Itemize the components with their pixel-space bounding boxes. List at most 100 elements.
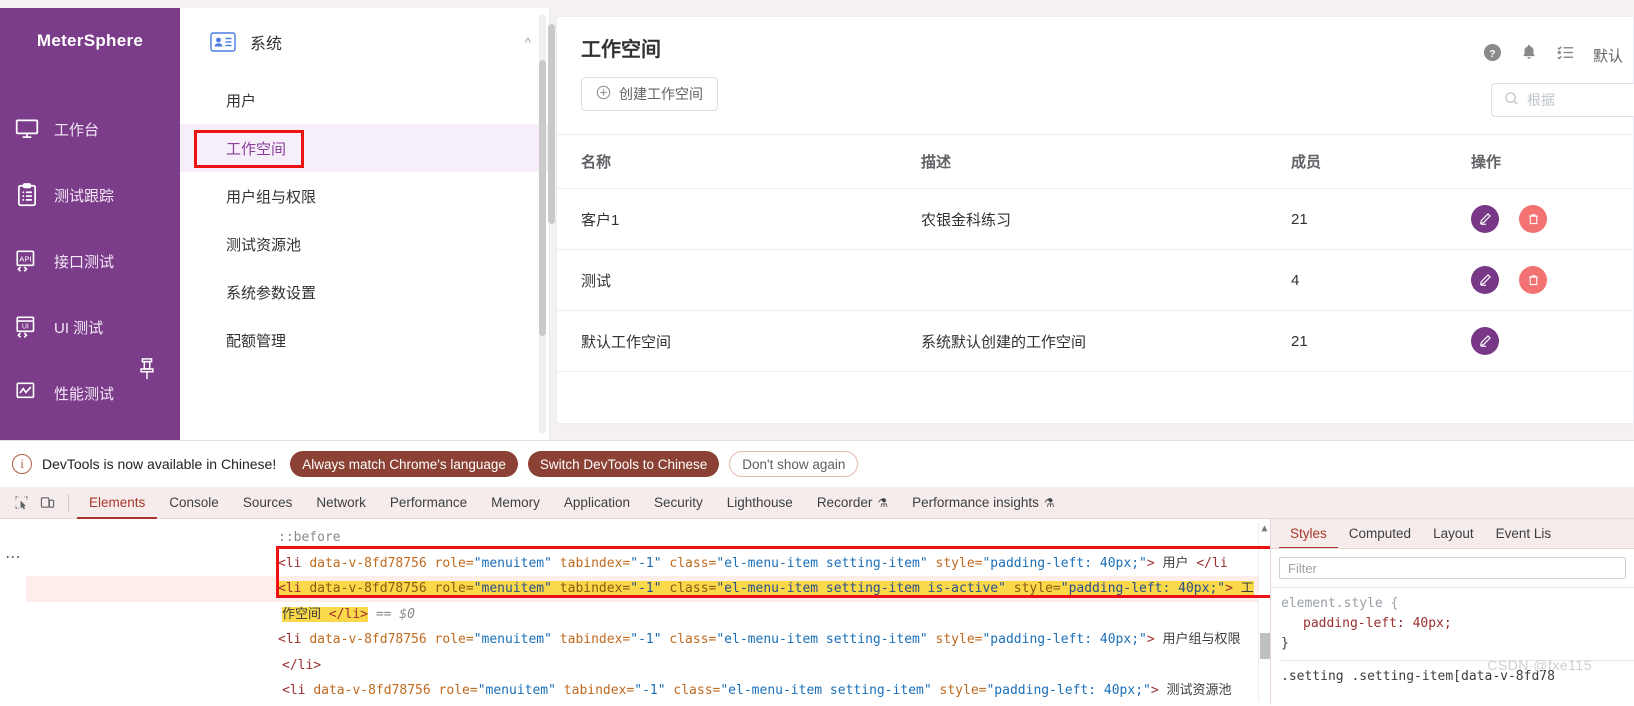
tab-elements[interactable]: Elements: [77, 487, 157, 519]
submenu-item-workspace[interactable]: 工作空间: [180, 124, 549, 172]
current-workspace-label[interactable]: 默认: [1593, 45, 1623, 66]
code-line-resource-pool[interactable]: <li data-v-8fd78756 role="menuitem" tabi…: [26, 678, 1270, 704]
create-workspace-button[interactable]: 创建工作空间: [581, 77, 718, 111]
more-options-icon[interactable]: ⋯: [0, 519, 26, 705]
pagination: 共 3 条 10条/页 ‹: [557, 432, 1633, 440]
submenu-item-user-groups[interactable]: 用户组与权限: [180, 172, 549, 220]
help-icon[interactable]: ?: [1483, 43, 1502, 67]
column-header-description: 描述: [897, 135, 1267, 189]
cell-members[interactable]: 21: [1267, 310, 1447, 372]
delete-icon[interactable]: [1519, 205, 1548, 233]
settings-submenu: 系统 ^ 用户 工作空间 用户组与权限 测试资源池 系统参数设置 配额管理: [180, 8, 550, 440]
clipboard-icon: [14, 182, 40, 208]
rule-setting-item-selector[interactable]: .setting .setting-item[data-v-8fd78: [1281, 660, 1634, 687]
cell-name: 客户1: [557, 188, 897, 250]
elements-dom-tree[interactable]: ::before <li data-v-8fd78756 role="menui…: [26, 519, 1270, 705]
edit-icon[interactable]: [1471, 266, 1499, 294]
submenu-item-label: 用户组与权限: [226, 188, 317, 206]
svg-text:API: API: [19, 254, 31, 263]
styles-filter-input[interactable]: Filter: [1279, 557, 1626, 579]
submenu-item-quota[interactable]: 配额管理: [180, 316, 549, 364]
sidebar-item-workbench[interactable]: 工作台: [0, 96, 180, 162]
tab-security[interactable]: Security: [642, 487, 715, 519]
edit-icon[interactable]: [1471, 327, 1499, 355]
monitor-icon: [14, 116, 40, 142]
search-placeholder: 根据: [1527, 92, 1555, 108]
sidebar-item-ui-test[interactable]: UI UI 测试: [0, 294, 180, 360]
cell-description: [897, 249, 1267, 311]
submenu-item-users[interactable]: 用户: [180, 76, 549, 124]
dont-show-again-button[interactable]: Don't show again: [729, 451, 859, 477]
tab-layout[interactable]: Layout: [1422, 519, 1485, 548]
pin-icon[interactable]: [136, 356, 158, 382]
content-header: 工作空间 ? 默认: [557, 17, 1633, 77]
tab-memory[interactable]: Memory: [479, 487, 552, 519]
tab-computed[interactable]: Computed: [1338, 519, 1422, 548]
chevron-up-icon[interactable]: ^: [525, 35, 531, 50]
code-line-close-1: </li>: [282, 657, 322, 673]
cell-members[interactable]: 21: [1267, 188, 1447, 250]
toolbar-divider: [68, 493, 69, 512]
tab-performance[interactable]: Performance: [378, 487, 479, 519]
workspace-table: 名称 描述 成员 操作 客户1 农银金科练习 21 测试 4 默认工作空间 系统…: [557, 135, 1633, 372]
app-brand: MeterSphere: [36, 31, 144, 50]
tab-application[interactable]: Application: [552, 487, 642, 519]
styles-tabbar: Styles Computed Layout Event Lis: [1271, 519, 1634, 549]
sidebar-item-label: 工作台: [54, 121, 100, 139]
tab-recorder[interactable]: Recorder ⚗: [805, 487, 900, 519]
submenu-scrollbar-thumb[interactable]: [539, 60, 546, 336]
delete-icon[interactable]: [1519, 266, 1548, 294]
screenshot-root: MeterSphere 工作台 测试跟踪 API 接口测试 UI UI 测试 性…: [0, 0, 1634, 706]
devtools-panel: i DevTools is now available in Chinese! …: [0, 440, 1634, 706]
bell-icon[interactable]: [1520, 43, 1538, 67]
sidebar-item-label: 性能测试: [54, 385, 115, 403]
edit-icon[interactable]: [1471, 205, 1499, 233]
device-toolbar-icon[interactable]: [34, 490, 60, 516]
search-input[interactable]: 根据: [1491, 83, 1634, 117]
submenu-item-resource-pool[interactable]: 测试资源池: [180, 220, 549, 268]
sidebar-item-test-tracking[interactable]: 测试跟踪: [0, 162, 180, 228]
tab-console[interactable]: Console: [157, 487, 231, 519]
dom-scrollbar-thumb[interactable]: [1260, 633, 1270, 659]
content-toolbar: 创建工作空间 根据: [557, 77, 1634, 135]
code-line-workspace-selected[interactable]: <li data-v-8fd78756 role="menuitem" tabi…: [26, 576, 1270, 602]
rule-element-style-selector[interactable]: element.style {: [1281, 594, 1634, 614]
cell-members[interactable]: 4: [1267, 249, 1447, 311]
table-row[interactable]: 客户1 农银金科练习 21: [557, 188, 1633, 250]
submenu-item-label: 配额管理: [226, 332, 287, 350]
switch-to-chinese-button[interactable]: Switch DevTools to Chinese: [527, 451, 720, 477]
code-line-workspace-selected-wrap[interactable]: 作空间 </li> == $0: [26, 602, 1270, 628]
svg-text:?: ?: [1489, 49, 1495, 60]
submenu-item-label: 工作空间: [226, 140, 287, 158]
primary-sidebar: MeterSphere 工作台 测试跟踪 API 接口测试 UI UI 测试 性…: [0, 8, 180, 440]
table-row[interactable]: 测试 4: [557, 249, 1633, 311]
column-header-name: 名称: [557, 135, 897, 189]
rule-declaration[interactable]: padding-left: 40px;: [1281, 614, 1634, 634]
table-empty-space: [557, 372, 1633, 432]
code-line-user-groups[interactable]: <li data-v-8fd78756 role="menuitem" tabi…: [26, 627, 1270, 653]
sidebar-item-api-test[interactable]: API 接口测试: [0, 228, 180, 294]
page-scrollbar-thumb[interactable]: [548, 24, 555, 224]
tab-sources[interactable]: Sources: [231, 487, 305, 519]
tab-event-listeners[interactable]: Event Lis: [1485, 519, 1563, 548]
submenu-header-system[interactable]: 系统 ^: [180, 8, 549, 76]
header-action-icons: ? 默认: [1483, 43, 1623, 67]
tab-lighthouse[interactable]: Lighthouse: [715, 487, 805, 519]
devtools-language-banner: i DevTools is now available in Chinese! …: [0, 441, 1634, 487]
flask-icon: ⚗: [1043, 495, 1055, 510]
submenu-item-system-params[interactable]: 系统参数设置: [180, 268, 549, 316]
devtools-body: ⋯ ::before <li data-v-8fd78756 role="men…: [0, 519, 1634, 705]
cell-actions: [1447, 249, 1633, 311]
tab-styles[interactable]: Styles: [1279, 519, 1338, 548]
scroll-up-arrow-icon[interactable]: ▲: [1259, 523, 1270, 534]
tab-performance-insights[interactable]: Performance insights ⚗: [900, 487, 1067, 519]
rule-close-brace: }: [1281, 636, 1289, 652]
dom-scrollbar-track[interactable]: ▲: [1258, 523, 1270, 701]
tab-network[interactable]: Network: [304, 487, 378, 519]
submenu-item-label: 系统参数设置: [226, 284, 317, 302]
task-list-icon[interactable]: [1556, 43, 1575, 67]
code-line-users[interactable]: <li data-v-8fd78756 role="menuitem" tabi…: [26, 551, 1270, 577]
inspect-element-icon[interactable]: [8, 490, 34, 516]
table-row[interactable]: 默认工作空间 系统默认创建的工作空间 21: [557, 310, 1633, 372]
always-match-language-button[interactable]: Always match Chrome's language: [290, 451, 518, 477]
